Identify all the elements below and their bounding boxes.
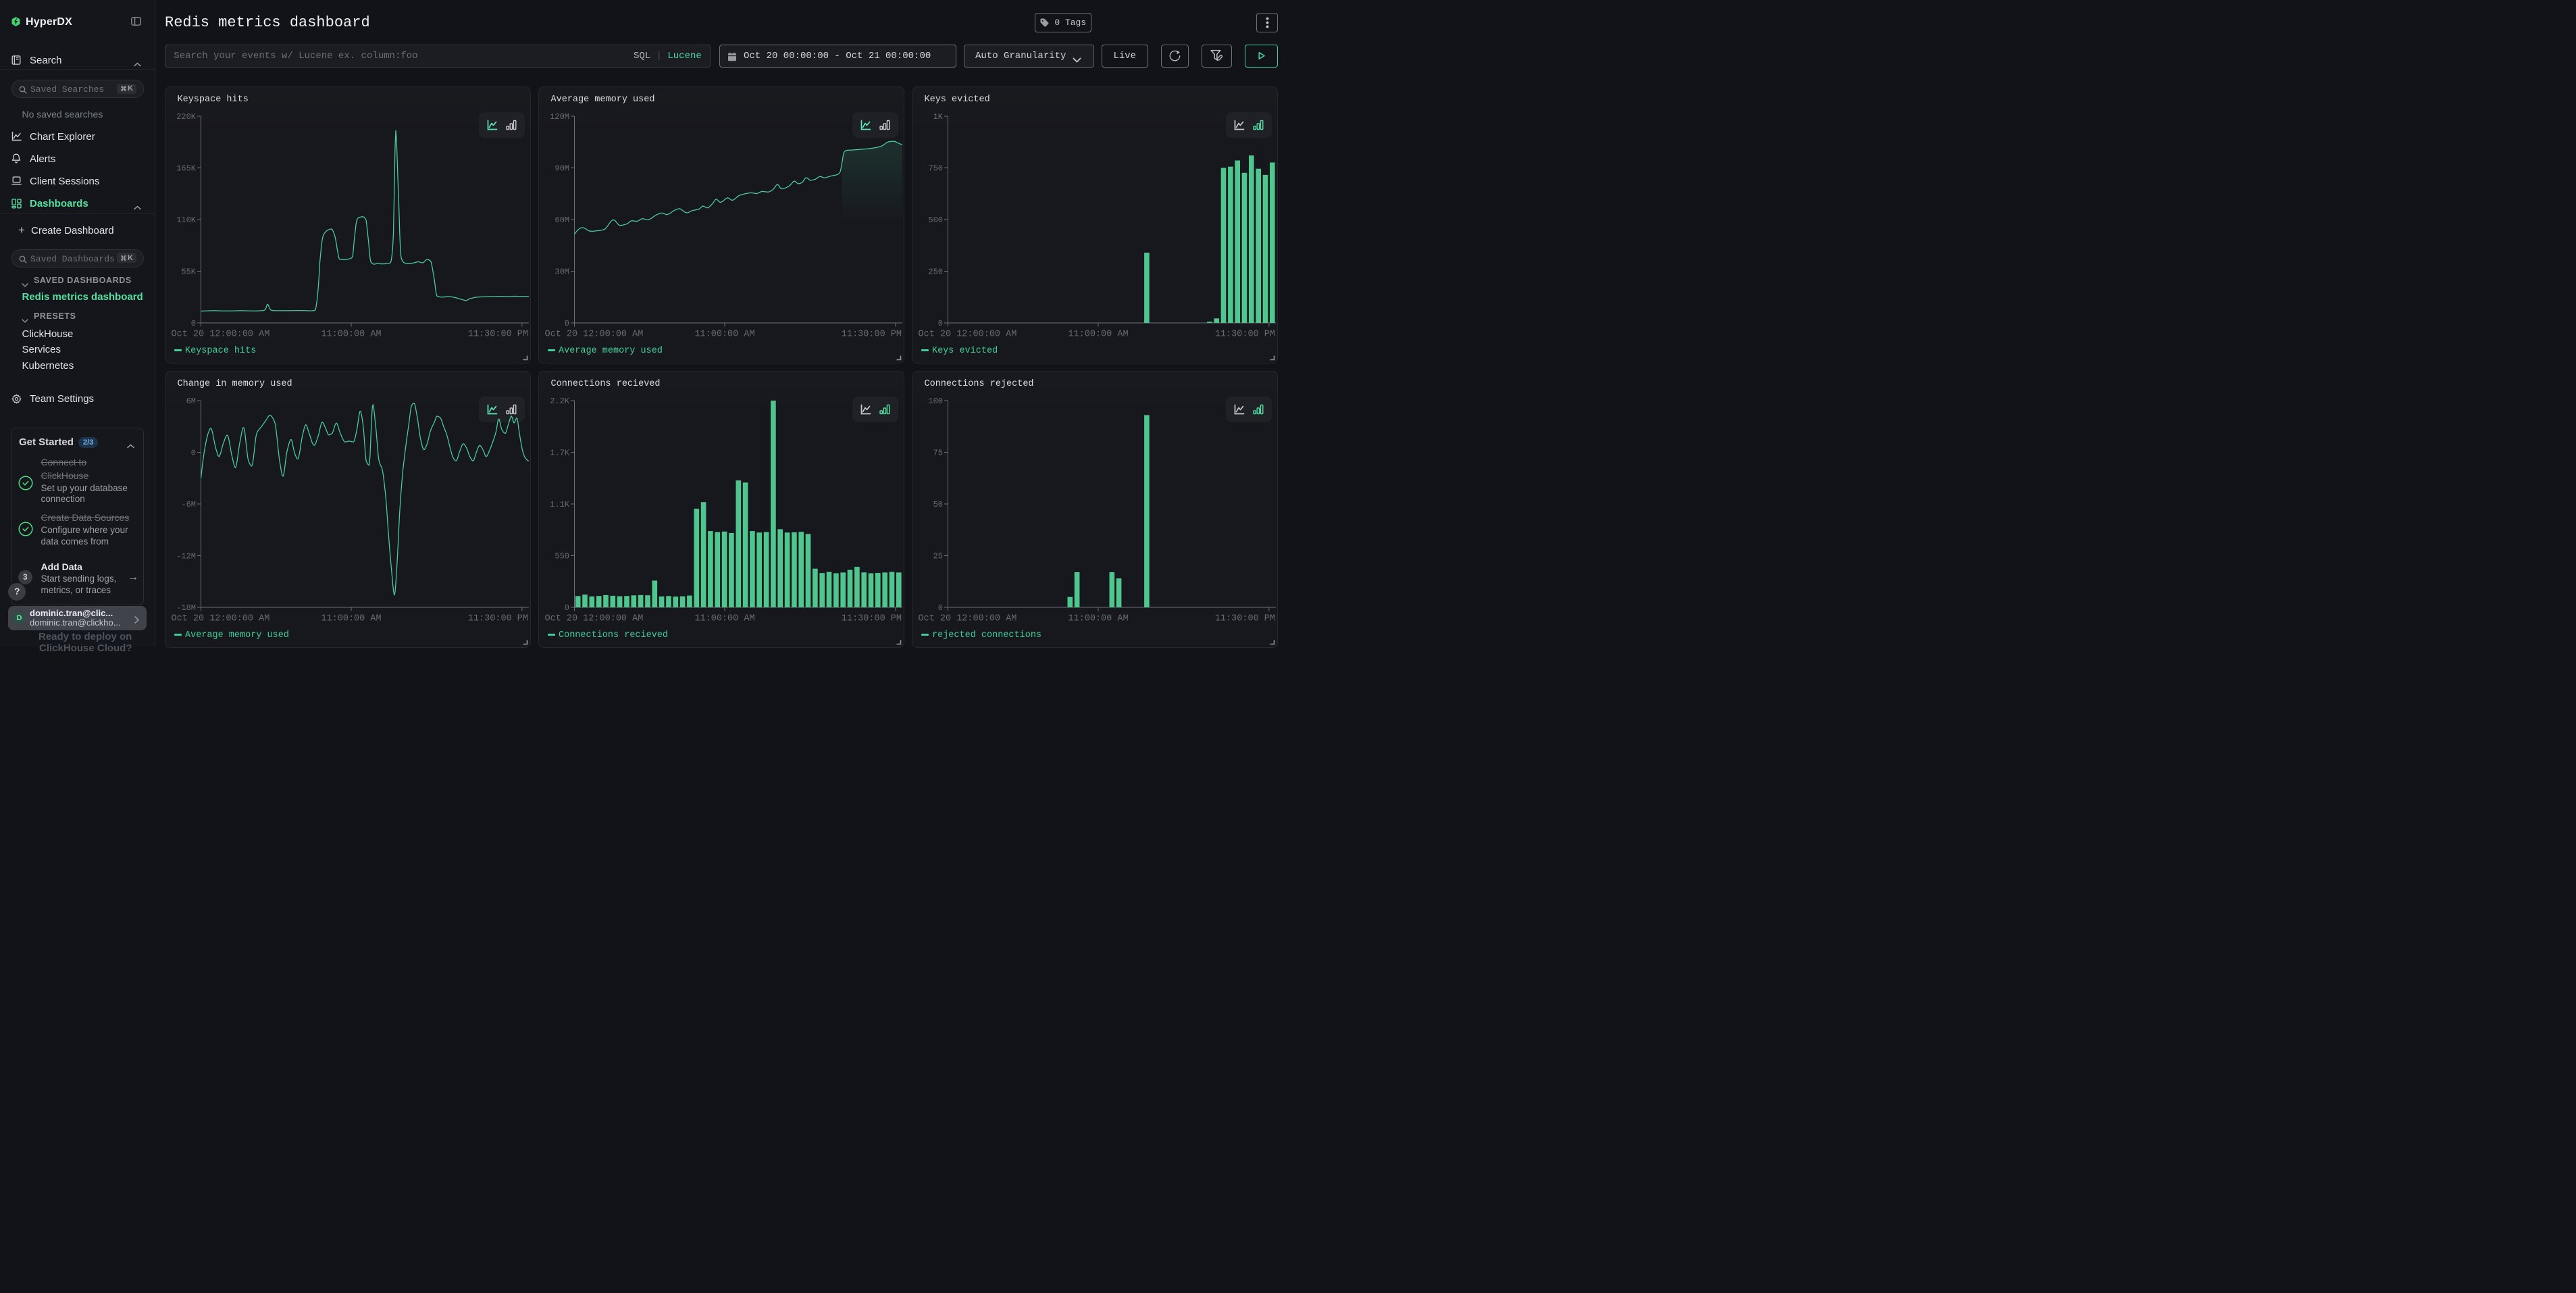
svg-text:120M: 120M [550,112,569,122]
svg-text:0: 0 [564,319,569,328]
svg-text:250: 250 [928,267,943,276]
svg-text:-18M: -18M [176,603,196,613]
svg-text:55K: 55K [181,267,196,276]
svg-text:75: 75 [933,448,942,457]
svg-text:1K: 1K [933,112,943,122]
svg-text:11:30:00 PM: 11:30:00 PM [841,329,901,339]
svg-text:11:30:00 PM: 11:30:00 PM [1214,329,1274,339]
svg-text:50: 50 [933,500,942,509]
svg-text:-12M: -12M [176,551,196,561]
svg-text:550: 550 [555,551,569,561]
svg-text:220K: 220K [176,112,197,122]
svg-text:60M: 60M [555,216,569,225]
svg-text:110K: 110K [176,216,197,225]
svg-text:0: 0 [190,319,195,328]
svg-text:30M: 30M [555,267,569,276]
svg-text:11:30:00 PM: 11:30:00 PM [841,613,901,624]
svg-text:6M: 6M [186,397,195,406]
svg-text:11:30:00 PM: 11:30:00 PM [1214,613,1274,624]
svg-text:11:00:00 AM: 11:00:00 AM [694,613,754,624]
svg-text:750: 750 [928,163,943,173]
svg-text:1.7K: 1.7K [550,448,570,457]
svg-text:Oct 20 12:00:00 AM: Oct 20 12:00:00 AM [171,613,269,624]
svg-text:0: 0 [937,319,942,328]
svg-text:Oct 20 12:00:00 AM: Oct 20 12:00:00 AM [544,613,643,624]
svg-text:11:00:00 AM: 11:00:00 AM [321,329,381,339]
svg-text:100: 100 [928,397,943,406]
svg-text:0: 0 [190,448,195,457]
svg-text:2.2K: 2.2K [550,397,570,406]
svg-text:11:00:00 AM: 11:00:00 AM [1068,613,1128,624]
svg-text:Oct 20 12:00:00 AM: Oct 20 12:00:00 AM [544,329,643,339]
svg-text:165K: 165K [176,163,197,173]
svg-text:90M: 90M [555,163,569,173]
svg-text:0: 0 [937,603,942,613]
svg-text:11:00:00 AM: 11:00:00 AM [1068,329,1128,339]
svg-text:11:00:00 AM: 11:00:00 AM [694,329,754,339]
svg-text:500: 500 [928,216,943,225]
svg-text:1.1K: 1.1K [550,500,570,509]
svg-text:25: 25 [933,551,942,561]
svg-text:11:30:00 PM: 11:30:00 PM [467,329,527,339]
svg-text:0: 0 [564,603,569,613]
svg-text:Oct 20 12:00:00 AM: Oct 20 12:00:00 AM [171,329,269,339]
svg-text:Oct 20 12:00:00 AM: Oct 20 12:00:00 AM [918,329,1016,339]
svg-text:11:30:00 PM: 11:30:00 PM [467,613,527,624]
svg-text:-6M: -6M [181,500,196,509]
svg-text:11:00:00 AM: 11:00:00 AM [321,613,381,624]
svg-text:Oct 20 12:00:00 AM: Oct 20 12:00:00 AM [918,613,1016,624]
